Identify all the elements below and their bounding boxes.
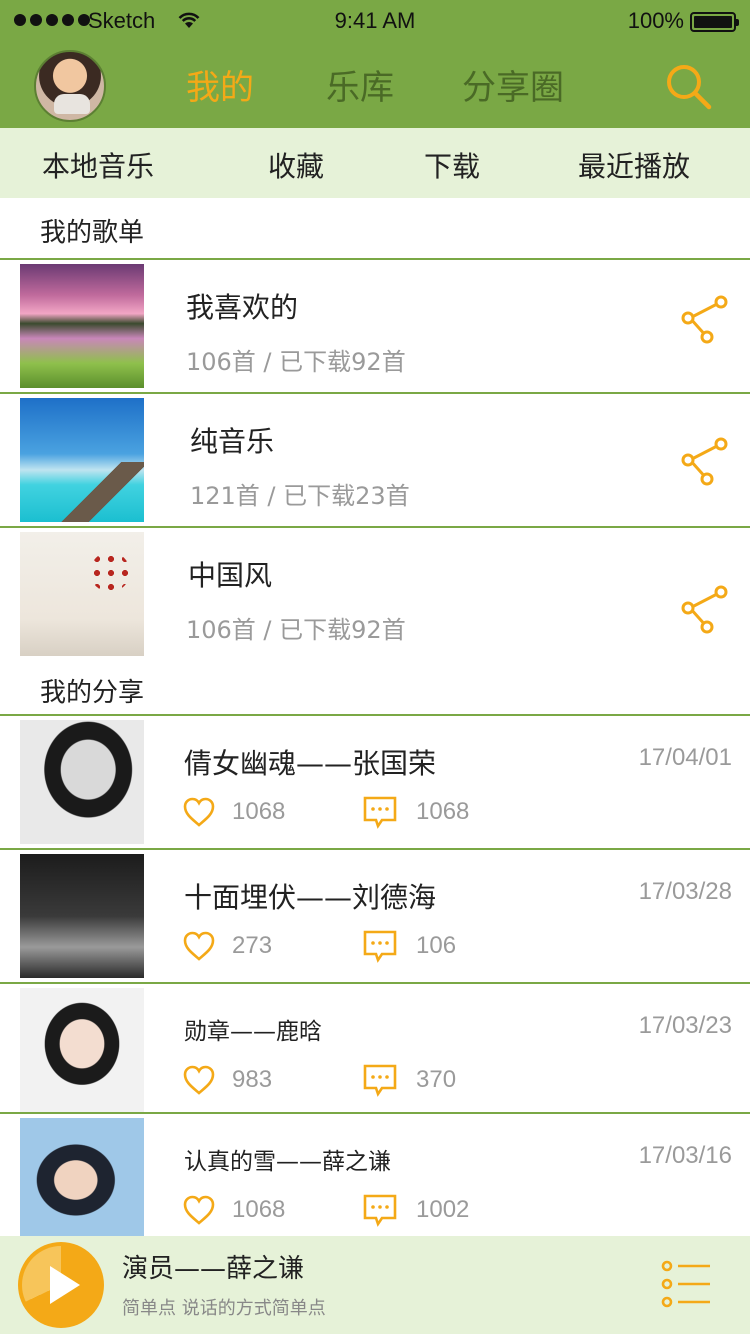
- like-count: 1068: [232, 798, 286, 825]
- like-count: 1068: [232, 1196, 286, 1223]
- now-playing-lyric: 简单点 说话的方式简单点: [122, 1298, 326, 1319]
- tab-library[interactable]: 乐库: [326, 60, 394, 109]
- share-row[interactable]: 十面埋伏——刘德海 17/03/28 273 106: [0, 850, 750, 982]
- share-cover: [20, 854, 144, 978]
- tab-share-circle[interactable]: 分享圈: [462, 60, 564, 109]
- playlist-row[interactable]: 纯音乐 121首 / 已下载23首: [0, 394, 750, 526]
- subtab-downloads[interactable]: 下载: [424, 145, 480, 185]
- section-title-shares: 我的分享: [40, 678, 145, 708]
- subtab-local-music[interactable]: 本地音乐: [42, 145, 154, 185]
- playlist-cover: [20, 264, 144, 388]
- share-date: 17/03/23: [638, 1012, 732, 1039]
- status-bar: Sketch 9:41 AM 100%: [0, 0, 750, 42]
- now-playing-bar[interactable]: 演员——薛之谦 简单点 说话的方式简单点: [0, 1236, 750, 1334]
- avatar[interactable]: [34, 50, 106, 122]
- like-count: 273: [232, 932, 273, 959]
- play-icon: [50, 1266, 80, 1304]
- share-cover: [20, 988, 144, 1112]
- share-date: 17/03/28: [638, 878, 732, 905]
- share-icon[interactable]: [680, 584, 732, 636]
- comment-icon[interactable]: [362, 1192, 398, 1228]
- app-header: Sketch 9:41 AM 100% 我的 乐库 分享圈: [0, 0, 750, 128]
- playlist-cover: [20, 398, 144, 522]
- play-button[interactable]: [18, 1242, 104, 1328]
- battery-percent: 100%: [627, 8, 684, 33]
- comment-count: 1068: [416, 798, 470, 825]
- playlist-title: 纯音乐: [190, 425, 275, 458]
- playlist-row[interactable]: 我喜欢的 106首 / 已下载92首: [0, 260, 750, 392]
- heart-icon[interactable]: [182, 1194, 216, 1226]
- playlist-meta: 106首 / 已下载92首: [186, 348, 406, 376]
- playlist-menu-icon[interactable]: [660, 1256, 714, 1316]
- share-title: 认真的雪——薛之谦: [184, 1149, 391, 1175]
- search-icon[interactable]: [662, 60, 714, 112]
- comment-icon[interactable]: [362, 928, 398, 964]
- comment-count: 1002: [416, 1196, 470, 1223]
- section-title-playlists: 我的歌单: [40, 218, 145, 248]
- share-title: 十面埋伏——刘德海: [184, 881, 437, 914]
- heart-icon[interactable]: [182, 1064, 216, 1096]
- share-icon[interactable]: [680, 436, 732, 488]
- playlist-meta: 121首 / 已下载23首: [190, 482, 410, 510]
- playlist-meta: 106首 / 已下载92首: [186, 616, 406, 644]
- share-date: 17/04/01: [638, 744, 732, 771]
- tab-mine[interactable]: 我的: [186, 60, 254, 109]
- sub-tab-bar: 本地音乐 收藏 下载 最近播放: [0, 128, 750, 198]
- playlist-row[interactable]: 中国风 106首 / 已下载92首: [0, 528, 750, 660]
- share-date: 17/03/16: [638, 1142, 732, 1169]
- share-cover: [20, 1118, 144, 1242]
- share-row[interactable]: 倩女幽魂——张国荣 17/04/01 1068 1068: [0, 716, 750, 848]
- comment-count: 370: [416, 1066, 457, 1093]
- heart-icon[interactable]: [182, 796, 216, 828]
- like-count: 983: [232, 1066, 273, 1093]
- subtab-favorites[interactable]: 收藏: [268, 145, 324, 185]
- share-title: 勋章——鹿晗: [184, 1019, 322, 1045]
- battery-icon: [690, 12, 739, 32]
- now-playing-title: 演员——薛之谦: [122, 1254, 305, 1284]
- comment-icon[interactable]: [362, 1062, 398, 1098]
- playlist-cover: [20, 532, 144, 656]
- share-row[interactable]: 勋章——鹿晗 17/03/23 983 370: [0, 984, 750, 1116]
- comment-count: 106: [416, 932, 457, 959]
- share-row[interactable]: 认真的雪——薛之谦 17/03/16 1068 1002: [0, 1114, 750, 1246]
- playlist-title: 我喜欢的: [186, 291, 299, 324]
- share-cover: [20, 720, 144, 844]
- share-icon[interactable]: [680, 294, 732, 346]
- comment-icon[interactable]: [362, 794, 398, 830]
- playlist-title: 中国风: [188, 559, 273, 592]
- subtab-recent[interactable]: 最近播放: [578, 145, 690, 185]
- share-title: 倩女幽魂——张国荣: [184, 747, 437, 780]
- heart-icon[interactable]: [182, 930, 216, 962]
